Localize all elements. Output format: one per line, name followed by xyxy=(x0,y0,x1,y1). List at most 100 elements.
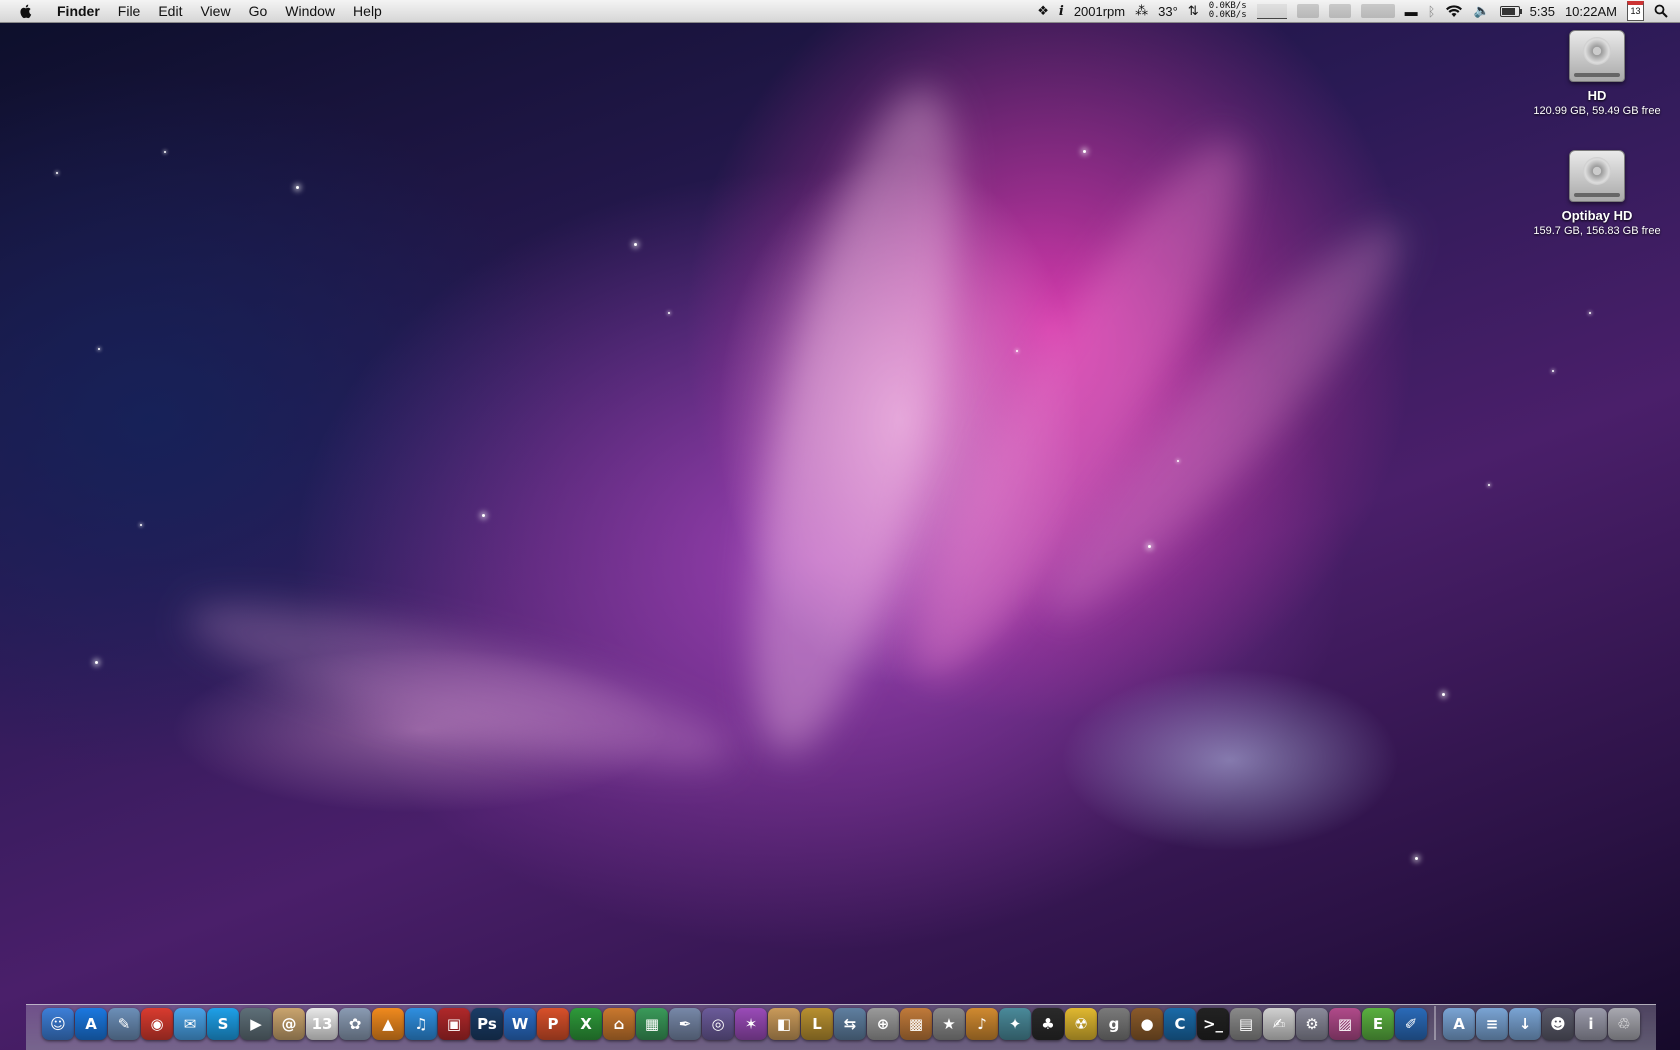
star xyxy=(1488,484,1490,486)
photoshop-icon[interactable]: Ps xyxy=(471,1008,503,1040)
g-app-icon[interactable]: g xyxy=(1098,1008,1130,1040)
disk-utility-icon[interactable]: ⊕ xyxy=(867,1008,899,1040)
numbers-icon[interactable]: ▦ xyxy=(636,1008,668,1040)
drive-info: 159.7 GB, 156.83 GB free xyxy=(1533,225,1661,237)
star xyxy=(140,524,142,526)
transmit-icon[interactable]: ⇆ xyxy=(834,1008,866,1040)
fan-speed[interactable]: 2001rpm xyxy=(1069,0,1130,22)
info-menu-icon[interactable]: i xyxy=(1054,0,1069,22)
downloads-folder-icon[interactable]: ↓ xyxy=(1509,1008,1541,1040)
battery-time[interactable]: 5:35 xyxy=(1525,0,1560,22)
star xyxy=(164,151,166,153)
archive-utility-icon[interactable]: ◧ xyxy=(768,1008,800,1040)
menu-help[interactable]: Help xyxy=(344,0,391,22)
star xyxy=(1589,312,1591,314)
photo-booth-icon[interactable]: ▣ xyxy=(438,1008,470,1040)
network-download: 0.0KB/s xyxy=(1208,10,1247,20)
up-down-arrows-icon: ⇅ xyxy=(1187,3,1199,18)
star xyxy=(1016,350,1018,352)
app-store-icon[interactable]: A xyxy=(75,1008,107,1040)
menu-view[interactable]: View xyxy=(191,0,239,22)
aurora-streak xyxy=(873,111,1287,709)
user-folder-icon[interactable]: ☻ xyxy=(1542,1008,1574,1040)
printer-icon[interactable]: ▤ xyxy=(1230,1008,1262,1040)
desktop-wallpaper-icon[interactable]: ▨ xyxy=(1329,1008,1361,1040)
menu-go[interactable]: Go xyxy=(240,0,277,22)
word-icon[interactable]: W xyxy=(504,1008,536,1040)
xcode-icon[interactable]: ✐ xyxy=(1395,1008,1427,1040)
textedit-icon[interactable]: ✍ xyxy=(1263,1008,1295,1040)
battery-icon[interactable] xyxy=(1495,0,1525,22)
menu-finder[interactable]: Finder xyxy=(48,0,109,22)
coconut-icon[interactable]: ● xyxy=(1131,1008,1163,1040)
hard-drive-icon xyxy=(1569,30,1625,82)
system-preferences-icon[interactable]: ⚙ xyxy=(1296,1008,1328,1040)
keynote-icon[interactable]: ⌂ xyxy=(603,1008,635,1040)
menu-edit[interactable]: Edit xyxy=(149,0,191,22)
apple-menu-icon[interactable] xyxy=(18,3,34,19)
skype-icon[interactable]: S xyxy=(207,1008,239,1040)
dropbox-icon[interactable]: ❖ xyxy=(1032,0,1054,22)
itunes-icon[interactable]: ♫ xyxy=(405,1008,437,1040)
facetime-icon[interactable]: ▶ xyxy=(240,1008,272,1040)
wifi-icon[interactable] xyxy=(1440,0,1468,22)
desktop-drive-hd[interactable]: HD 120.99 GB, 59.49 GB free xyxy=(1522,30,1672,118)
address-book-icon[interactable]: @ xyxy=(273,1008,305,1040)
maps-icon[interactable]: ✦ xyxy=(999,1008,1031,1040)
aurora-streak xyxy=(710,71,1000,769)
display-mirroring-icon[interactable]: ▬ xyxy=(1400,0,1423,22)
evernote-icon[interactable]: E xyxy=(1362,1008,1394,1040)
trash-icon[interactable]: ♲ xyxy=(1608,1008,1640,1040)
star xyxy=(1148,545,1151,548)
messages-icon[interactable]: ✉ xyxy=(174,1008,206,1040)
desktop-drive-optibay[interactable]: Optibay HD 159.7 GB, 156.83 GB free xyxy=(1522,150,1672,238)
chrome-icon[interactable]: ◉ xyxy=(141,1008,173,1040)
star xyxy=(296,186,299,189)
league-icon[interactable]: L xyxy=(801,1008,833,1040)
star xyxy=(56,172,58,174)
powerpoint-icon[interactable]: P xyxy=(537,1008,569,1040)
calendar-day: 13 xyxy=(1627,1,1644,21)
spotlight-icon[interactable] xyxy=(1649,0,1680,22)
iphoto-icon[interactable]: ▩ xyxy=(900,1008,932,1040)
aperture-icon[interactable]: ◎ xyxy=(702,1008,734,1040)
network-graph[interactable] xyxy=(1252,0,1292,22)
aurora-streak xyxy=(1017,196,1433,644)
preview-icon[interactable]: ✎ xyxy=(108,1008,140,1040)
crescent-icon[interactable]: C xyxy=(1164,1008,1196,1040)
cpu-temperature[interactable]: 33° xyxy=(1153,0,1183,22)
documents-folder-icon[interactable]: ≡ xyxy=(1476,1008,1508,1040)
info-icon[interactable]: i xyxy=(1575,1008,1607,1040)
applications-folder-icon[interactable]: A xyxy=(1443,1008,1475,1040)
calendar-icon[interactable]: 13 xyxy=(1622,0,1649,22)
star xyxy=(634,243,637,246)
disk-meter[interactable] xyxy=(1324,0,1356,22)
finder-icon[interactable]: ☺ xyxy=(42,1008,74,1040)
pages-icon[interactable]: ✒ xyxy=(669,1008,701,1040)
menu-window[interactable]: Window xyxy=(276,0,344,22)
star xyxy=(1177,460,1179,462)
drive-info: 120.99 GB, 59.49 GB free xyxy=(1533,105,1661,117)
vlc-icon[interactable]: ▲ xyxy=(372,1008,404,1040)
cpu-cores-icon[interactable]: ⁂ xyxy=(1130,0,1153,22)
ical-icon[interactable]: 13 xyxy=(306,1008,338,1040)
radiation-icon[interactable]: ☢ xyxy=(1065,1008,1097,1040)
dock: ☺ A ✎ ◉ ✉ S ▶ @13 ✿ ▲ ♫ ▣ Ps W P X ⌂ ▦ ✒ ◎ ✶ ◧ L ⇆ ⊕ ▩ ★ ♪ ✦ ♣ ☢ g ● C >_ ▤… xyxy=(26,1004,1656,1050)
desktop: Finder File Edit View Go Window Help ❖ i… xyxy=(0,0,1680,1050)
cpu-meter[interactable] xyxy=(1356,0,1400,22)
image-capture-icon[interactable]: ✿ xyxy=(339,1008,371,1040)
memory-meter[interactable] xyxy=(1292,0,1324,22)
menu-file[interactable]: File xyxy=(109,0,150,22)
clock[interactable]: 10:22AM xyxy=(1560,0,1622,22)
star xyxy=(1552,370,1554,372)
volume-icon[interactable]: 🔈 xyxy=(1468,0,1494,22)
excel-icon[interactable]: X xyxy=(570,1008,602,1040)
bluetooth-icon[interactable]: ᛒ xyxy=(1423,0,1441,22)
star xyxy=(95,661,98,664)
terminal-icon[interactable]: >_ xyxy=(1197,1008,1229,1040)
network-speed[interactable]: 0.0KB/s 0.0KB/s xyxy=(1204,0,1252,22)
imovie-star-icon[interactable]: ★ xyxy=(933,1008,965,1040)
garageband-icon[interactable]: ♪ xyxy=(966,1008,998,1040)
imovie-icon[interactable]: ✶ xyxy=(735,1008,767,1040)
card-game-icon[interactable]: ♣ xyxy=(1032,1008,1064,1040)
